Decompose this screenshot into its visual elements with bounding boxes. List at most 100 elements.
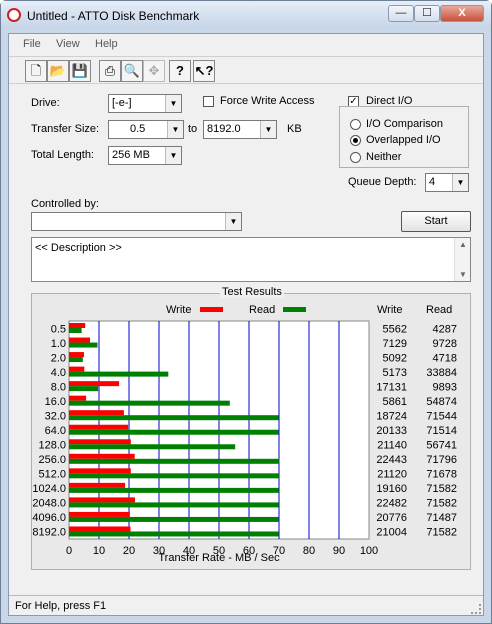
x-tick-label: 90 bbox=[333, 545, 345, 557]
drive-select[interactable]: [-e-] ▼ bbox=[108, 94, 182, 113]
scroll-down-icon[interactable]: ▼ bbox=[455, 270, 471, 279]
category-label: 4.0 bbox=[51, 367, 66, 379]
overlapped-io-radio[interactable] bbox=[350, 135, 361, 146]
toolbar: 🗋 📂 💾 ⎙ 🔍 ✥ ? ↖? bbox=[9, 56, 483, 84]
write-value: 21004 bbox=[376, 527, 407, 539]
category-label: 0.5 bbox=[51, 323, 66, 335]
category-label: 32.0 bbox=[45, 410, 66, 422]
neither-label: Neither bbox=[366, 151, 402, 163]
chevron-down-icon: ▼ bbox=[225, 213, 241, 230]
total-length-label: Total Length: bbox=[31, 149, 94, 161]
read-value: 71487 bbox=[426, 512, 457, 524]
x-tick-label: 80 bbox=[303, 545, 315, 557]
write-bar bbox=[69, 323, 86, 328]
read-value: 56741 bbox=[426, 440, 457, 452]
scroll-up-icon[interactable]: ▲ bbox=[455, 240, 471, 249]
start-button[interactable]: Start bbox=[401, 211, 471, 232]
read-value: 71582 bbox=[426, 483, 457, 495]
open-folder-icon[interactable]: 📂 bbox=[47, 60, 69, 82]
read-value: 4718 bbox=[433, 352, 457, 364]
write-value: 20133 bbox=[376, 425, 407, 437]
read-value: 9893 bbox=[433, 381, 457, 393]
title-bar[interactable]: Untitled - ATTO Disk Benchmark — ☐ X bbox=[1, 1, 491, 29]
io-comparison-label: I/O Comparison bbox=[366, 118, 444, 130]
read-value: 71514 bbox=[426, 425, 457, 437]
write-value: 19160 bbox=[376, 483, 407, 495]
chevron-down-icon: ▼ bbox=[452, 174, 468, 191]
menu-view[interactable]: View bbox=[56, 38, 80, 50]
results-chart: 0.5 1.0 2.0 4.0 8.0 16.0 32.0 64.0 128.0 256.0 512… bbox=[32, 304, 457, 564]
queue-depth-select[interactable]: 4 ▼ bbox=[425, 173, 469, 192]
legend-write-label: Write bbox=[166, 304, 191, 316]
write-bar bbox=[69, 410, 124, 416]
category-label: 64.0 bbox=[45, 425, 66, 437]
read-value: 4287 bbox=[433, 323, 457, 335]
write-value: 5092 bbox=[383, 352, 407, 364]
category-label: 16.0 bbox=[45, 396, 66, 408]
print-icon[interactable]: ⎙ bbox=[99, 60, 121, 82]
description-text: << Description >> bbox=[35, 242, 122, 254]
read-bar bbox=[69, 386, 99, 392]
minimize-button[interactable]: — bbox=[388, 5, 414, 22]
read-bar bbox=[69, 328, 82, 333]
write-bar bbox=[69, 395, 87, 401]
read-value: 71582 bbox=[426, 498, 457, 510]
read-bar bbox=[69, 531, 279, 537]
read-values-column: 4287 9728 4718 33884 9893 54874 71544 71514 5674… bbox=[426, 323, 457, 538]
transfer-from-select[interactable]: 0.5 ▼ bbox=[108, 120, 184, 139]
save-icon[interactable]: 💾 bbox=[69, 60, 91, 82]
total-length-value: 256 MB bbox=[112, 149, 150, 161]
write-value: 17131 bbox=[376, 381, 407, 393]
x-tick-label: 0 bbox=[66, 545, 72, 557]
menu-help[interactable]: Help bbox=[95, 38, 118, 50]
force-write-checkbox[interactable] bbox=[203, 96, 214, 107]
read-value: 33884 bbox=[426, 367, 457, 379]
read-value: 71544 bbox=[426, 410, 457, 422]
io-comparison-radio[interactable] bbox=[350, 119, 361, 130]
write-value: 5861 bbox=[383, 396, 407, 408]
resize-grip-icon[interactable] bbox=[471, 604, 481, 614]
close-button[interactable]: X bbox=[440, 5, 484, 22]
legend-write-swatch bbox=[200, 307, 223, 312]
write-value: 22482 bbox=[376, 498, 407, 510]
description-scrollbar[interactable]: ▲ ▼ bbox=[454, 238, 470, 281]
category-label: 2048.0 bbox=[32, 498, 66, 510]
transfer-to-value: 8192.0 bbox=[207, 123, 241, 135]
atto-app-icon bbox=[7, 8, 21, 22]
new-file-icon[interactable]: 🗋 bbox=[25, 60, 47, 82]
menu-bar: File View Help bbox=[9, 34, 483, 54]
total-length-select[interactable]: 256 MB ▼ bbox=[108, 146, 182, 165]
context-help-icon[interactable]: ↖? bbox=[193, 60, 215, 82]
app-window: Untitled - ATTO Disk Benchmark — ☐ X Fil… bbox=[0, 0, 492, 624]
read-bar bbox=[69, 516, 279, 522]
read-bar bbox=[69, 400, 230, 406]
legend-read-swatch bbox=[283, 307, 306, 312]
write-value: 5562 bbox=[383, 323, 407, 335]
write-bar bbox=[69, 497, 135, 503]
transfer-unit: KB bbox=[287, 123, 302, 135]
neither-radio[interactable] bbox=[350, 152, 361, 163]
print-preview-icon[interactable]: 🔍 bbox=[121, 60, 143, 82]
queue-depth-label: Queue Depth: bbox=[348, 176, 417, 188]
description-box[interactable]: << Description >> ▲ ▼ bbox=[31, 237, 471, 282]
read-bar bbox=[69, 473, 279, 479]
x-tick-label: 20 bbox=[123, 545, 135, 557]
help-icon[interactable]: ? bbox=[169, 60, 191, 82]
maximize-button[interactable]: ☐ bbox=[414, 5, 440, 22]
category-label: 1.0 bbox=[51, 338, 66, 350]
transfer-to-label: to bbox=[188, 123, 198, 135]
chart-category-labels: 0.5 1.0 2.0 4.0 8.0 16.0 32.0 64.0 128.0 256.0 512… bbox=[32, 323, 66, 538]
write-bar bbox=[69, 468, 131, 474]
write-value: 22443 bbox=[376, 454, 407, 466]
force-write-label: Force Write Access bbox=[220, 95, 315, 107]
read-bar bbox=[69, 415, 279, 421]
read-bar bbox=[69, 487, 279, 493]
transfer-to-select[interactable]: 8192.0 ▼ bbox=[203, 120, 277, 139]
controlled-by-select[interactable]: ▼ bbox=[31, 212, 242, 231]
transfer-size-label: Transfer Size: bbox=[31, 123, 100, 135]
menu-file[interactable]: File bbox=[23, 38, 41, 50]
drive-label: Drive: bbox=[31, 97, 60, 109]
write-bar bbox=[69, 526, 131, 532]
chart-legend: Write Read bbox=[166, 304, 306, 316]
write-bar bbox=[69, 352, 84, 358]
